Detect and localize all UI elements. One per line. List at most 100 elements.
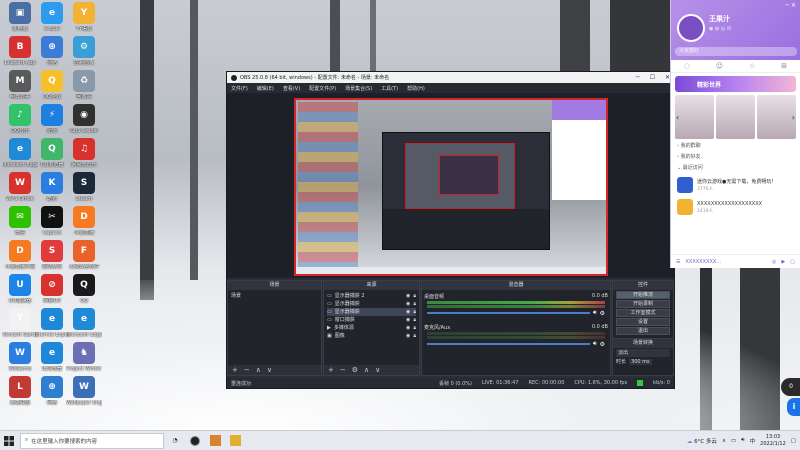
start-streaming-button[interactable]: 开始推流	[616, 291, 670, 299]
source-item[interactable]: ▭ 窗口捕获 ◉ 🔒︎	[327, 316, 416, 324]
lock-icon[interactable]: 🔒︎	[413, 308, 416, 316]
source-item[interactable]: ▶ 多媒体源 ◉ 🔒︎	[327, 324, 416, 332]
network2-icon[interactable]: ⊕ 网络	[34, 376, 70, 416]
group-my-chats[interactable]: › 我的群聊	[677, 141, 794, 152]
chevron-left-icon[interactable]: ‹	[676, 113, 679, 122]
menu-view[interactable]: 查看(V)	[283, 85, 300, 92]
qq-footer-text: XXXXXXXXX...	[685, 258, 722, 265]
add-source-button[interactable]: +	[328, 366, 334, 374]
lock-icon[interactable]: 🔒︎	[413, 332, 416, 340]
maximize-icon[interactable]: ☐	[650, 74, 655, 81]
obs-title-bar[interactable]: OBS 25.0.8 (64 bit, windows) - 配置文件: 未命名…	[227, 72, 674, 83]
eye-icon[interactable]: ◉	[406, 300, 410, 308]
ime-indicator[interactable]: 中	[750, 437, 756, 445]
notification-icon[interactable]: ▢	[791, 438, 796, 444]
chevron-right-icon[interactable]: ›	[792, 113, 795, 122]
qq-photo-carousel[interactable]: ‹ ›	[675, 95, 796, 139]
move-down-icon[interactable]: ∨	[267, 366, 272, 374]
settings-button[interactable]: 设置	[616, 318, 670, 326]
gear-icon[interactable]: ⚙	[600, 310, 605, 317]
eye-icon[interactable]: ◉	[406, 308, 410, 316]
lock-icon[interactable]: 🔒︎	[413, 292, 416, 300]
taskbar-app-icon[interactable]	[206, 433, 224, 449]
add-scene-button[interactable]: +	[232, 366, 238, 374]
remove-scene-button[interactable]: −	[244, 366, 250, 374]
scene-item[interactable]: 场景	[231, 292, 318, 300]
transition-select[interactable]: 淡出	[616, 349, 670, 357]
lock-icon[interactable]: 🔒︎	[413, 324, 416, 332]
menu-profile[interactable]: 配置文件(P)	[309, 85, 336, 92]
weather-widget[interactable]: ☁ 6°C 多云	[687, 437, 717, 445]
menu-help[interactable]: 帮助(H)	[407, 85, 425, 92]
move-up-icon[interactable]: ∧	[364, 366, 369, 374]
move-up-icon[interactable]: ∧	[256, 366, 261, 374]
app-icon[interactable]: ▶	[781, 259, 785, 265]
taskbar-app-icon[interactable]	[226, 433, 244, 449]
contacts-icon[interactable]: ☺	[716, 62, 723, 70]
cloud-icon: ☁	[686, 438, 693, 445]
volume-icon[interactable]: 🔊︎	[741, 437, 744, 444]
minimize-icon[interactable]: ─	[636, 74, 640, 81]
volume-slider[interactable]	[427, 312, 590, 314]
chevron-up-icon[interactable]: ∧	[722, 438, 726, 444]
side-notification-badge[interactable]: 0	[781, 378, 800, 396]
obs-window[interactable]: OBS 25.0.8 (64 bit, windows) - 配置文件: 未命名…	[226, 71, 675, 389]
duration-input[interactable]: 300 ms	[629, 358, 652, 365]
wallpaper-glyph: W	[73, 376, 95, 398]
group-recent[interactable]: ⌄ 最近访问	[677, 163, 794, 174]
avatar[interactable]	[677, 14, 705, 42]
app-icon[interactable]: ▢	[790, 259, 795, 265]
move-down-icon[interactable]: ∨	[375, 366, 380, 374]
menu-edit[interactable]: 编辑(E)	[257, 85, 274, 92]
qq-banner[interactable]: 精彩世界	[675, 76, 796, 92]
remove-source-button[interactable]: −	[340, 366, 346, 374]
info-icon[interactable]: i	[787, 398, 800, 416]
lock-icon[interactable]: 🔒︎	[413, 300, 416, 308]
studio-mode-button[interactable]: 工作室模式	[616, 309, 670, 317]
source-item[interactable]: ▣ 图像 ◉ 🔒︎	[327, 332, 416, 340]
kugou-glyph: K	[41, 172, 63, 194]
app-icon[interactable]: ◎	[772, 259, 776, 265]
speaker-icon[interactable]: 🔊︎	[593, 340, 597, 348]
taskbar-obs-icon[interactable]	[186, 433, 204, 449]
space-icon[interactable]: ☆	[749, 62, 755, 70]
menu-file[interactable]: 文件(F)	[231, 85, 248, 92]
source-item[interactable]: ▭ 显示器捕获 2 ◉ 🔒︎	[327, 292, 416, 300]
grid-icon[interactable]: ⊞	[781, 62, 787, 70]
speaker-icon[interactable]: 🔊︎	[593, 309, 597, 317]
start-button[interactable]	[0, 431, 18, 450]
network-icon[interactable]: ▭	[731, 438, 736, 444]
desktop-icon-label: OBS Studio	[70, 128, 98, 134]
edge-glyph: e	[9, 138, 31, 160]
source-item[interactable]: ▭ 显示器捕获 ◉ 🔒︎	[327, 300, 416, 308]
exit-button[interactable]: 退出	[616, 327, 670, 335]
task-view-icon[interactable]: ◔	[166, 433, 184, 449]
clock[interactable]: 13:03 2022/1/12	[760, 434, 786, 448]
minimize-icon[interactable]: ─	[785, 2, 789, 9]
start-recording-button[interactable]: 开始录制	[616, 300, 670, 308]
volume-slider[interactable]	[427, 343, 590, 345]
wallpaper-icon[interactable]: W Wallpaper Engine	[66, 376, 102, 416]
source-settings-icon[interactable]: ⚙	[352, 366, 358, 374]
menu-icon[interactable]: ☰	[676, 259, 680, 265]
menu-scene-collection[interactable]: 场景集合(S)	[345, 85, 372, 92]
qqbrowser-glyph: Q	[41, 138, 63, 160]
chat-icon[interactable]: ◌	[684, 62, 690, 70]
gear-icon[interactable]: ⚙	[600, 341, 605, 348]
eye-icon[interactable]: ◉	[406, 324, 410, 332]
eye-icon[interactable]: ◉	[406, 316, 410, 324]
list-item[interactable]: 迷你云游戏●无需下载，免费畅玩! 3776人	[677, 174, 794, 196]
group-my-friends[interactable]: › 我的好友	[677, 152, 794, 163]
qqmusic-glyph: ♪	[9, 104, 31, 126]
obs-preview-canvas[interactable]	[294, 98, 608, 276]
eye-icon[interactable]: ◉	[406, 292, 410, 300]
taskbar-search-input[interactable]: ⌕ 在这里输入你要搜索的内容	[20, 432, 164, 449]
list-item[interactable]: XXXXXXXXXXXXXXXXXXX 1419人	[677, 196, 794, 218]
source-item[interactable]: ▭ 显示器捕获 ◉ 🔒︎	[327, 308, 416, 316]
close-icon[interactable]: ✕	[791, 2, 796, 9]
lol-icon[interactable]: L 英雄联盟	[2, 376, 38, 416]
eye-icon[interactable]: ◉	[406, 332, 410, 340]
menu-tools[interactable]: 工具(T)	[381, 85, 398, 92]
qq-search-input[interactable]: 大家都好	[675, 47, 797, 56]
lock-icon[interactable]: 🔒︎	[413, 316, 416, 324]
